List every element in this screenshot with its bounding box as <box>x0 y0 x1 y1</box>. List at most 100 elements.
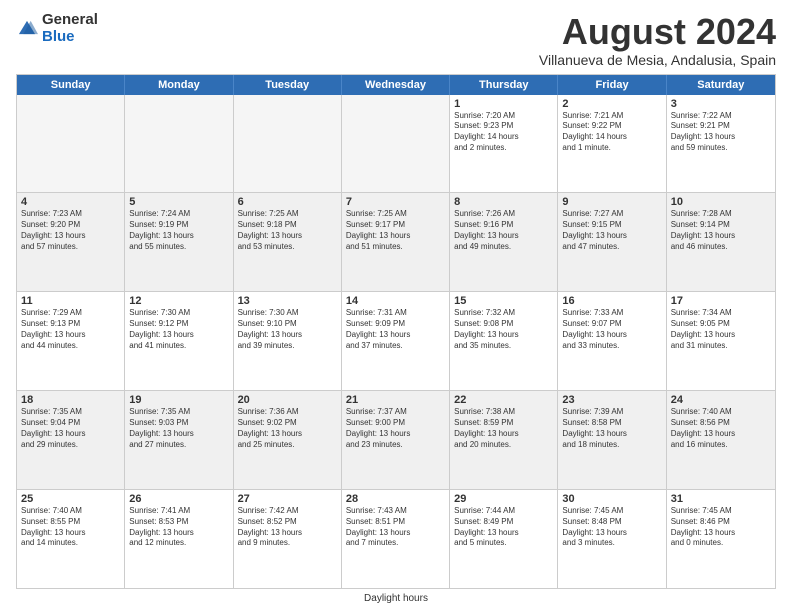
calendar-cell: 22Sunrise: 7:38 AMSunset: 8:59 PMDayligh… <box>450 391 558 489</box>
calendar-cell: 6Sunrise: 7:25 AMSunset: 9:18 PMDaylight… <box>234 193 342 291</box>
day-number: 4 <box>21 196 120 208</box>
cell-info: Sunrise: 7:41 AMSunset: 8:53 PMDaylight:… <box>129 506 228 549</box>
calendar-cell: 1Sunrise: 7:20 AMSunset: 9:23 PMDaylight… <box>450 95 558 193</box>
cell-info: Sunrise: 7:42 AMSunset: 8:52 PMDaylight:… <box>238 506 337 549</box>
cell-info: Sunrise: 7:33 AMSunset: 9:07 PMDaylight:… <box>562 308 661 351</box>
day-number: 16 <box>562 295 661 307</box>
cell-info: Sunrise: 7:37 AMSunset: 9:00 PMDaylight:… <box>346 407 445 450</box>
cell-info: Sunrise: 7:20 AMSunset: 9:23 PMDaylight:… <box>454 111 553 154</box>
calendar-cell: 28Sunrise: 7:43 AMSunset: 8:51 PMDayligh… <box>342 490 450 588</box>
day-number: 21 <box>346 394 445 406</box>
calendar-cell: 23Sunrise: 7:39 AMSunset: 8:58 PMDayligh… <box>558 391 666 489</box>
day-number: 6 <box>238 196 337 208</box>
day-number: 10 <box>671 196 771 208</box>
cell-info: Sunrise: 7:43 AMSunset: 8:51 PMDaylight:… <box>346 506 445 549</box>
day-number: 13 <box>238 295 337 307</box>
day-number: 14 <box>346 295 445 307</box>
calendar-cell: 11Sunrise: 7:29 AMSunset: 9:13 PMDayligh… <box>17 292 125 390</box>
calendar-cell: 7Sunrise: 7:25 AMSunset: 9:17 PMDaylight… <box>342 193 450 291</box>
day-number: 27 <box>238 493 337 505</box>
calendar-cell: 29Sunrise: 7:44 AMSunset: 8:49 PMDayligh… <box>450 490 558 588</box>
header-day-friday: Friday <box>558 75 666 95</box>
logo-blue: Blue <box>42 29 98 46</box>
calendar-cell: 24Sunrise: 7:40 AMSunset: 8:56 PMDayligh… <box>667 391 775 489</box>
cell-info: Sunrise: 7:21 AMSunset: 9:22 PMDaylight:… <box>562 111 661 154</box>
day-number: 9 <box>562 196 661 208</box>
calendar-cell: 14Sunrise: 7:31 AMSunset: 9:09 PMDayligh… <box>342 292 450 390</box>
calendar-cell <box>234 95 342 193</box>
calendar-cell: 5Sunrise: 7:24 AMSunset: 9:19 PMDaylight… <box>125 193 233 291</box>
main-title: August 2024 <box>539 12 776 52</box>
calendar-row-3: 18Sunrise: 7:35 AMSunset: 9:04 PMDayligh… <box>17 391 775 490</box>
cell-info: Sunrise: 7:36 AMSunset: 9:02 PMDaylight:… <box>238 407 337 450</box>
subtitle: Villanueva de Mesia, Andalusia, Spain <box>539 52 776 68</box>
day-number: 30 <box>562 493 661 505</box>
calendar-cell: 18Sunrise: 7:35 AMSunset: 9:04 PMDayligh… <box>17 391 125 489</box>
calendar-cell: 31Sunrise: 7:45 AMSunset: 8:46 PMDayligh… <box>667 490 775 588</box>
day-number: 24 <box>671 394 771 406</box>
cell-info: Sunrise: 7:25 AMSunset: 9:17 PMDaylight:… <box>346 209 445 252</box>
day-number: 25 <box>21 493 120 505</box>
calendar-cell: 2Sunrise: 7:21 AMSunset: 9:22 PMDaylight… <box>558 95 666 193</box>
calendar-cell: 8Sunrise: 7:26 AMSunset: 9:16 PMDaylight… <box>450 193 558 291</box>
cell-info: Sunrise: 7:39 AMSunset: 8:58 PMDaylight:… <box>562 407 661 450</box>
day-number: 11 <box>21 295 120 307</box>
day-number: 19 <box>129 394 228 406</box>
cell-info: Sunrise: 7:44 AMSunset: 8:49 PMDaylight:… <box>454 506 553 549</box>
calendar-row-4: 25Sunrise: 7:40 AMSunset: 8:55 PMDayligh… <box>17 490 775 588</box>
cell-info: Sunrise: 7:38 AMSunset: 8:59 PMDaylight:… <box>454 407 553 450</box>
cell-info: Sunrise: 7:29 AMSunset: 9:13 PMDaylight:… <box>21 308 120 351</box>
cell-info: Sunrise: 7:31 AMSunset: 9:09 PMDaylight:… <box>346 308 445 351</box>
day-number: 7 <box>346 196 445 208</box>
calendar-header: SundayMondayTuesdayWednesdayThursdayFrid… <box>17 75 775 95</box>
calendar: SundayMondayTuesdayWednesdayThursdayFrid… <box>16 74 776 589</box>
cell-info: Sunrise: 7:30 AMSunset: 9:12 PMDaylight:… <box>129 308 228 351</box>
cell-info: Sunrise: 7:35 AMSunset: 9:03 PMDaylight:… <box>129 407 228 450</box>
calendar-cell <box>125 95 233 193</box>
calendar-cell: 19Sunrise: 7:35 AMSunset: 9:03 PMDayligh… <box>125 391 233 489</box>
cell-info: Sunrise: 7:27 AMSunset: 9:15 PMDaylight:… <box>562 209 661 252</box>
calendar-cell: 10Sunrise: 7:28 AMSunset: 9:14 PMDayligh… <box>667 193 775 291</box>
calendar-cell: 20Sunrise: 7:36 AMSunset: 9:02 PMDayligh… <box>234 391 342 489</box>
calendar-row-0: 1Sunrise: 7:20 AMSunset: 9:23 PMDaylight… <box>17 95 775 194</box>
day-number: 31 <box>671 493 771 505</box>
cell-info: Sunrise: 7:23 AMSunset: 9:20 PMDaylight:… <box>21 209 120 252</box>
cell-info: Sunrise: 7:30 AMSunset: 9:10 PMDaylight:… <box>238 308 337 351</box>
calendar-cell: 4Sunrise: 7:23 AMSunset: 9:20 PMDaylight… <box>17 193 125 291</box>
cell-info: Sunrise: 7:26 AMSunset: 9:16 PMDaylight:… <box>454 209 553 252</box>
logo-icon <box>16 18 38 40</box>
footer-note: Daylight hours <box>16 593 776 604</box>
day-number: 26 <box>129 493 228 505</box>
logo: General Blue <box>16 12 98 45</box>
cell-info: Sunrise: 7:28 AMSunset: 9:14 PMDaylight:… <box>671 209 771 252</box>
day-number: 12 <box>129 295 228 307</box>
day-number: 8 <box>454 196 553 208</box>
header: General Blue August 2024 Villanueva de M… <box>16 12 776 68</box>
cell-info: Sunrise: 7:40 AMSunset: 8:55 PMDaylight:… <box>21 506 120 549</box>
cell-info: Sunrise: 7:34 AMSunset: 9:05 PMDaylight:… <box>671 308 771 351</box>
title-block: August 2024 Villanueva de Mesia, Andalus… <box>539 12 776 68</box>
calendar-cell: 21Sunrise: 7:37 AMSunset: 9:00 PMDayligh… <box>342 391 450 489</box>
calendar-row-2: 11Sunrise: 7:29 AMSunset: 9:13 PMDayligh… <box>17 292 775 391</box>
calendar-cell: 12Sunrise: 7:30 AMSunset: 9:12 PMDayligh… <box>125 292 233 390</box>
day-number: 28 <box>346 493 445 505</box>
day-number: 2 <box>562 98 661 110</box>
cell-info: Sunrise: 7:35 AMSunset: 9:04 PMDaylight:… <box>21 407 120 450</box>
day-number: 22 <box>454 394 553 406</box>
calendar-cell: 25Sunrise: 7:40 AMSunset: 8:55 PMDayligh… <box>17 490 125 588</box>
calendar-cell: 15Sunrise: 7:32 AMSunset: 9:08 PMDayligh… <box>450 292 558 390</box>
cell-info: Sunrise: 7:25 AMSunset: 9:18 PMDaylight:… <box>238 209 337 252</box>
calendar-cell: 16Sunrise: 7:33 AMSunset: 9:07 PMDayligh… <box>558 292 666 390</box>
day-number: 3 <box>671 98 771 110</box>
header-day-wednesday: Wednesday <box>342 75 450 95</box>
day-number: 5 <box>129 196 228 208</box>
day-number: 17 <box>671 295 771 307</box>
calendar-row-1: 4Sunrise: 7:23 AMSunset: 9:20 PMDaylight… <box>17 193 775 292</box>
calendar-cell: 13Sunrise: 7:30 AMSunset: 9:10 PMDayligh… <box>234 292 342 390</box>
header-day-thursday: Thursday <box>450 75 558 95</box>
cell-info: Sunrise: 7:45 AMSunset: 8:46 PMDaylight:… <box>671 506 771 549</box>
header-day-monday: Monday <box>125 75 233 95</box>
calendar-cell: 27Sunrise: 7:42 AMSunset: 8:52 PMDayligh… <box>234 490 342 588</box>
logo-general: General <box>42 12 98 29</box>
calendar-body: 1Sunrise: 7:20 AMSunset: 9:23 PMDaylight… <box>17 95 775 588</box>
